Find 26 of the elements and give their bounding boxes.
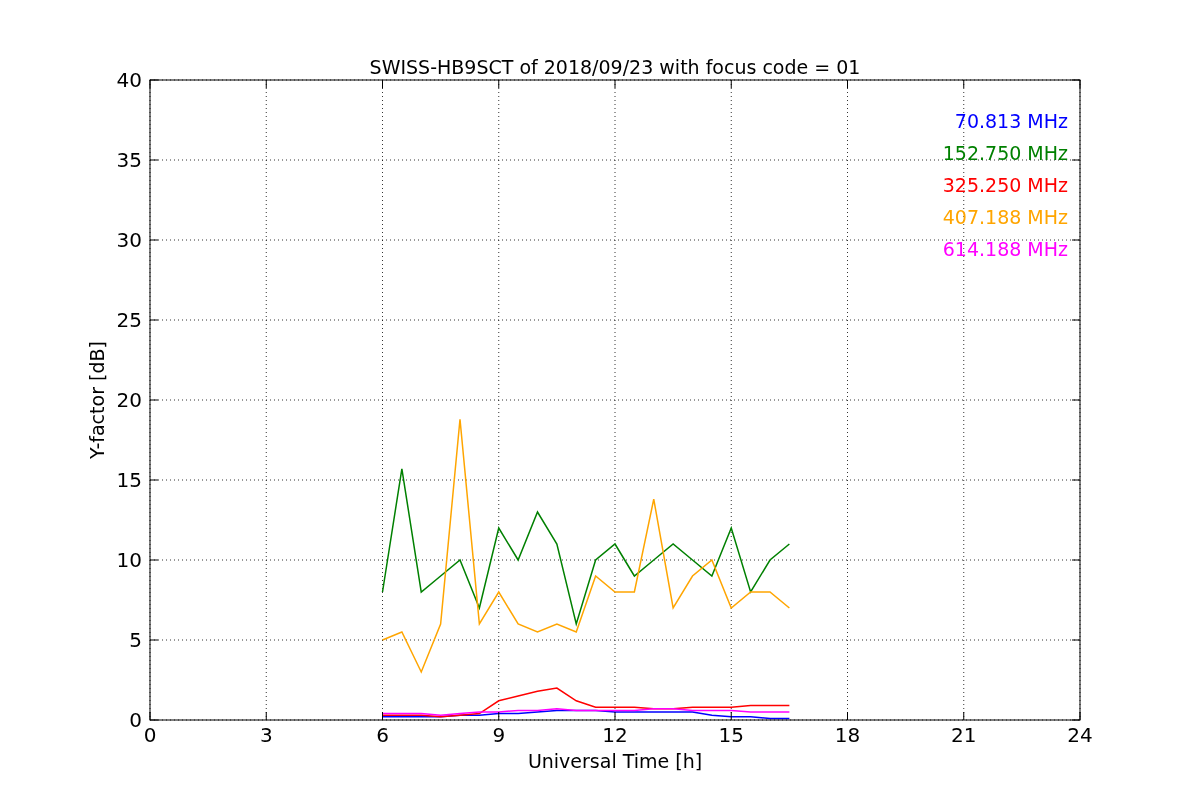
tick-label: 15 [116, 468, 142, 492]
tick-label: 0 [129, 708, 142, 732]
tick-label: 9 [492, 723, 506, 747]
tick-label: 35 [116, 148, 142, 172]
tick-label: 0 [143, 723, 157, 747]
tick-label: 15 [718, 723, 744, 747]
tick-label: 30 [116, 228, 142, 252]
tick-label: 18 [834, 723, 861, 747]
axis-title: Y-factor [dB] [86, 341, 108, 459]
axis-title: Universal Time [h] [527, 750, 703, 772]
legend-label: 325.250 MHz [942, 174, 1068, 196]
tick-label: 24 [1067, 723, 1093, 747]
legend-label: 614.188 MHz [942, 238, 1068, 260]
tick-label: 20 [116, 388, 142, 412]
legend-label: 407.188 MHz [942, 206, 1068, 228]
tick-label: 40 [116, 68, 142, 92]
tick-label: 5 [129, 628, 142, 652]
tick-label: 3 [259, 723, 273, 747]
tick-label: 21 [951, 723, 977, 747]
legend-label: 70.813 MHz [954, 110, 1068, 132]
tick-label: 10 [116, 548, 142, 572]
chart-title: SWISS-HB9SCT of 2018/09/23 with focus code = 01 [369, 56, 861, 78]
tick-label: 12 [602, 723, 628, 747]
legend-label: 152.750 MHz [942, 142, 1068, 164]
tick-label: 6 [376, 723, 389, 747]
tick-label: 25 [116, 308, 142, 332]
